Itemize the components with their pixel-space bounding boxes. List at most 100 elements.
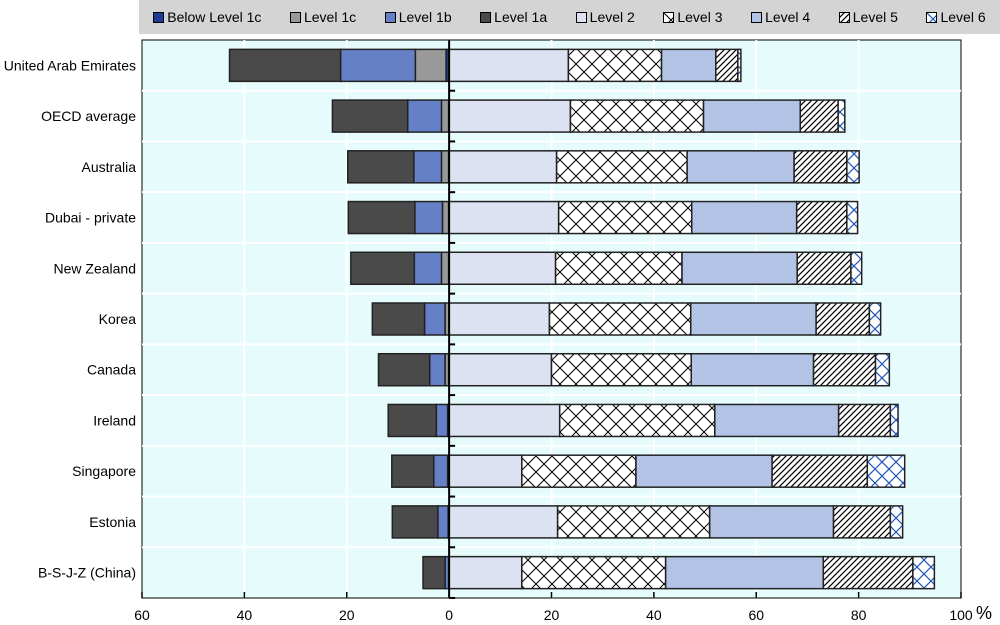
category-label: Dubai - private (45, 210, 136, 226)
bar-segment (414, 200, 444, 235)
bar-segment (448, 200, 560, 235)
bar-segment (832, 505, 892, 539)
category-label: OECD average (41, 108, 136, 124)
bar-segment (448, 302, 551, 336)
bar-segment (435, 403, 449, 438)
bar-segment (422, 555, 446, 590)
bar-segment (371, 302, 426, 336)
bar-segment (793, 150, 848, 184)
bar-segment (557, 200, 693, 235)
bar-segment (689, 302, 817, 336)
bar-segment (690, 352, 815, 387)
bar-segment (837, 403, 892, 438)
bar-segment (377, 352, 431, 387)
bar-segment (715, 48, 739, 83)
bar-segment (414, 48, 447, 83)
bar-segment (448, 352, 553, 387)
bar-segment (448, 505, 559, 539)
bar-segment (550, 352, 692, 387)
x-tick-label: 40 (237, 607, 253, 623)
category-label: New Zealand (54, 260, 137, 276)
bar-segment (448, 99, 572, 133)
bar-segment (889, 505, 904, 539)
bar-segment (686, 150, 795, 184)
category-label: Singapore (72, 463, 136, 479)
bar-segment (691, 200, 798, 235)
bar-segment (521, 555, 667, 590)
bar-segment (448, 403, 561, 438)
category-label: Korea (99, 311, 137, 327)
bar-segment (812, 352, 877, 387)
bar-segment (708, 505, 835, 539)
x-tick-label: 20 (544, 607, 560, 623)
x-tick-label: 40 (646, 607, 662, 623)
bar-segment (846, 150, 860, 184)
bar-segment (874, 352, 891, 387)
bar-segment (448, 48, 570, 83)
bar-segment (664, 555, 825, 590)
category-label: Canada (87, 362, 136, 378)
category-label: Estonia (89, 514, 136, 530)
category-label: B-S-J-Z (China) (38, 565, 136, 581)
bar-segment (660, 48, 717, 83)
bar-segment (428, 352, 446, 387)
bar-segment (850, 251, 863, 286)
category-label: United Arab Emirates (4, 57, 136, 73)
x-tick-label: 20 (339, 607, 355, 623)
bar-segment (347, 150, 415, 184)
x-tick-label: 60 (748, 607, 764, 623)
bar-segment (714, 403, 840, 438)
bar-segment (889, 403, 899, 438)
bar-segment (635, 454, 773, 488)
bar-segment (350, 251, 416, 286)
bar-segment (413, 251, 443, 286)
bar-segment (681, 251, 798, 286)
bar-segment (815, 302, 871, 336)
category-label: Australia (82, 159, 137, 175)
bar-segment (448, 150, 558, 184)
bar-segment (331, 99, 409, 133)
bar-segment (448, 454, 523, 488)
bar-segment (437, 505, 449, 539)
bar-segment (796, 251, 852, 286)
bar-segment (391, 505, 439, 539)
bar-segment (554, 251, 683, 286)
bar-segment (771, 454, 869, 488)
chart: Below Level 1c Level 1c Level 1b Level 1a Le… (0, 0, 1000, 625)
unit-label: % (976, 603, 992, 623)
bar-segment (737, 48, 742, 83)
bar-segment (846, 200, 859, 235)
bar-segment (339, 48, 417, 83)
bar-segment (413, 150, 443, 184)
bar-segment (347, 200, 416, 235)
bar-segment (868, 302, 882, 336)
bar-segment (548, 302, 692, 336)
bar-segment (433, 454, 449, 488)
x-tick-label: 80 (851, 607, 867, 623)
bar-segment (448, 555, 523, 590)
bar-segment (423, 302, 446, 336)
chart-svg: United Arab Emirates OECD average Australi… (4, 39, 992, 623)
bar-segment (228, 48, 342, 83)
bar-segment (866, 454, 906, 488)
bar-segment (555, 150, 688, 184)
x-tick-label: 60 (134, 607, 150, 623)
category-label: Ireland (93, 412, 136, 428)
bar-segment (567, 48, 663, 83)
bar-segment (795, 200, 848, 235)
bar-segment (569, 99, 705, 133)
x-tick-label: 0 (445, 607, 453, 623)
bar-segment (822, 555, 914, 590)
bar-segment (558, 403, 716, 438)
bar-segment (441, 200, 450, 235)
bar-segment (440, 150, 450, 184)
bar-segment (702, 99, 802, 133)
bar-segment (440, 99, 450, 133)
bar-segment (521, 454, 637, 488)
bar-segment (387, 403, 438, 438)
bar-segment (837, 99, 846, 133)
bar-segment (556, 505, 711, 539)
bar-segment (912, 555, 936, 590)
bar-segment (406, 99, 443, 133)
bar-segment (799, 99, 839, 133)
